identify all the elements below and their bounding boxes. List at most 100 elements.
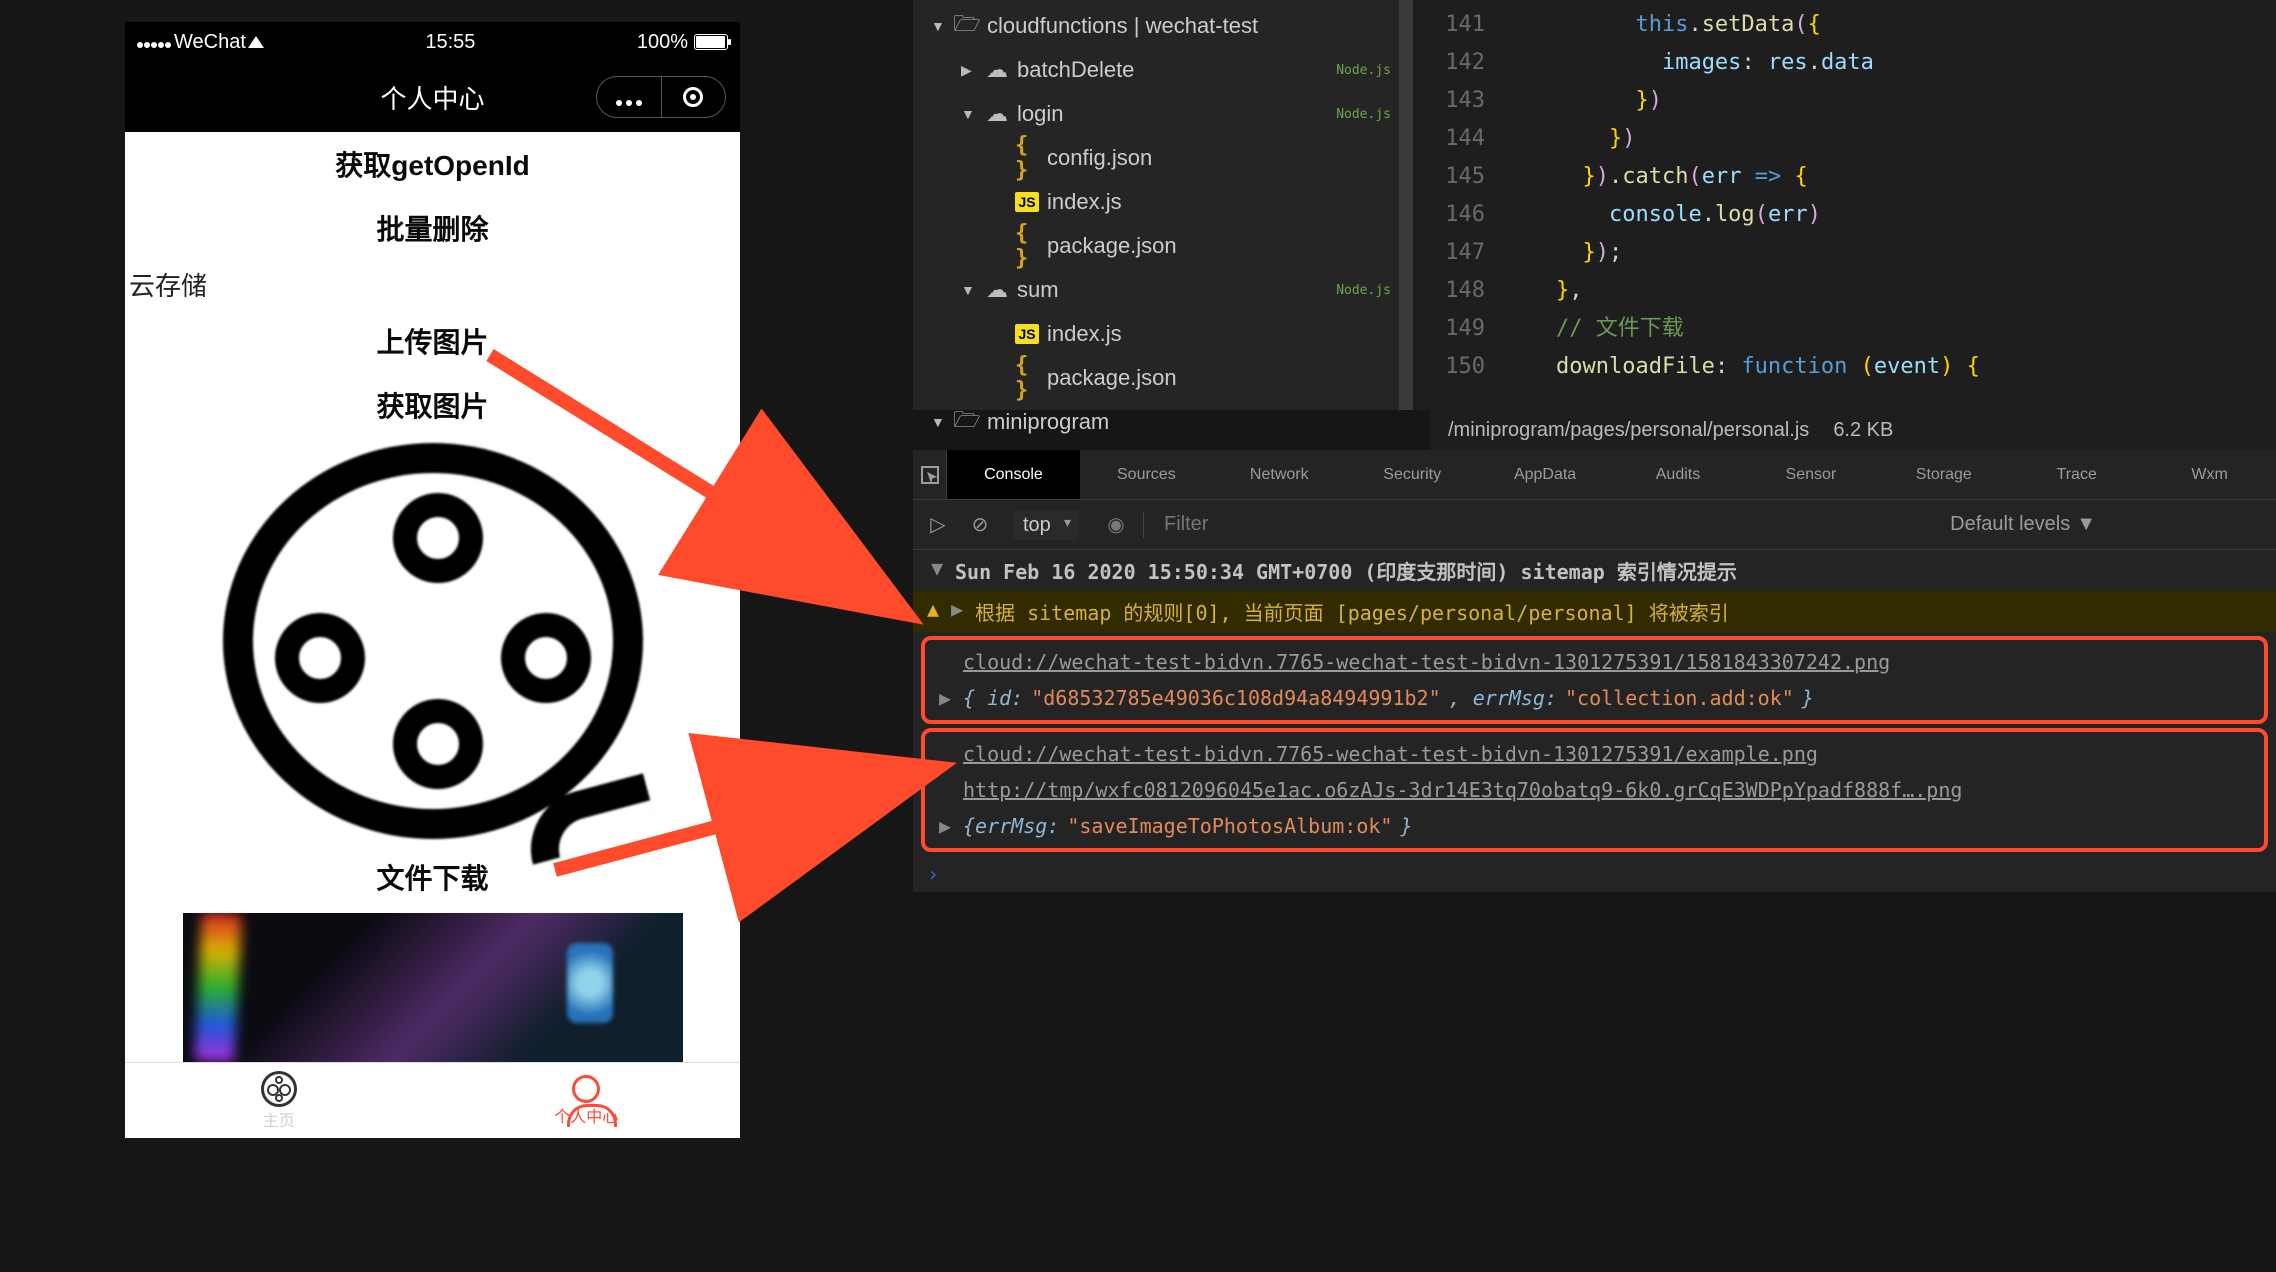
log-cloud-example-url[interactable]: cloud://wechat-test-bidvn.7765-wechat-te… xyxy=(933,736,2256,772)
file-package-json[interactable]: { }package.json xyxy=(913,224,1413,268)
status-time: 15:55 xyxy=(425,31,475,54)
console-toolbar: ▷ ⊘ top ◉ Default levels▼ xyxy=(913,500,2276,550)
folder-login[interactable]: ▼☁ login Node.js xyxy=(913,92,1413,136)
line-gutter: 141142143144145146147148149150 xyxy=(1413,6,1503,410)
highlighted-upload-log: cloud://wechat-test-bidvn.7765-wechat-te… xyxy=(921,636,2268,724)
fetch-image-button[interactable]: 获取图片 xyxy=(125,373,740,437)
film-reel-icon xyxy=(223,443,643,839)
folder-label: miniprogram xyxy=(987,409,1109,435)
folder-label: login xyxy=(1017,101,1063,127)
log-levels-dropdown[interactable]: Default levels▼ xyxy=(1950,513,2096,536)
json-icon: { } xyxy=(1015,133,1039,183)
clear-console-icon[interactable]: ⊘ xyxy=(965,510,995,540)
play-icon[interactable]: ▷ xyxy=(923,510,953,540)
editor-statusbar: /miniprogram/pages/personal/personal.js … xyxy=(1430,410,2276,450)
carrier-label: WeChat xyxy=(174,31,246,54)
miniprogram-capsule[interactable] xyxy=(596,76,726,118)
downloaded-image xyxy=(183,913,683,1062)
nodejs-badge: Node.js xyxy=(1336,63,1391,78)
folder-cloudfunctions[interactable]: ▼🗁 cloudfunctions | wechat-test xyxy=(913,4,1413,48)
tab-sources[interactable]: Sources xyxy=(1080,450,1213,499)
expand-toggle-icon[interactable]: ▶ xyxy=(935,686,955,710)
page-title: 个人中心 xyxy=(380,79,484,116)
js-icon: JS xyxy=(1015,192,1039,212)
highlighted-download-log: cloud://wechat-test-bidvn.7765-wechat-te… xyxy=(921,728,2268,852)
folder-label: batchDelete xyxy=(1017,57,1134,83)
capsule-close-icon[interactable] xyxy=(662,77,726,117)
devtools-panel: Console Sources Network Security AppData… xyxy=(913,450,2276,892)
tab-storage[interactable]: Storage xyxy=(1877,450,2010,499)
file-size: 6.2 KB xyxy=(1833,419,1893,442)
log-cloud-url[interactable]: cloud://wechat-test-bidvn.7765-wechat-te… xyxy=(933,644,2256,680)
cloud-icon: ☁ xyxy=(985,277,1009,303)
folder-sum[interactable]: ▼☁ sum Node.js xyxy=(913,268,1413,312)
console-prompt-icon[interactable]: › xyxy=(913,856,2276,892)
devtools-tabs: Console Sources Network Security AppData… xyxy=(913,450,2276,500)
file-explorer[interactable]: ▼🗁 cloudfunctions | wechat-test ▶☁ batch… xyxy=(913,0,1413,410)
folder-batchdelete[interactable]: ▶☁ batchDelete Node.js xyxy=(913,48,1413,92)
filter-input[interactable] xyxy=(1156,509,1416,540)
battery-icon xyxy=(694,34,728,50)
battery-percent: 100% xyxy=(637,31,688,54)
live-expression-icon[interactable]: ◉ xyxy=(1101,510,1131,540)
file-index-js[interactable]: JSindex.js xyxy=(913,180,1413,224)
tab-home-label: 主页 xyxy=(263,1107,295,1131)
warning-icon: ▲ xyxy=(927,597,939,621)
context-selector[interactable]: top xyxy=(1013,510,1079,540)
wifi-icon xyxy=(248,36,264,48)
user-icon xyxy=(572,1075,600,1103)
expand-toggle-icon[interactable]: ▶ xyxy=(947,597,967,621)
nodejs-badge: Node.js xyxy=(1336,283,1391,298)
cloud-icon: ☁ xyxy=(985,57,1009,83)
log-collection-add[interactable]: ▶ { id: "d68532785e49036c108d94a8494991b… xyxy=(933,680,2256,716)
inspect-element-icon[interactable] xyxy=(913,450,947,500)
folder-open-icon: 🗁 xyxy=(955,403,979,441)
expand-toggle-icon[interactable]: ▶ xyxy=(935,814,955,838)
cloud-storage-label: 云存储 xyxy=(125,260,740,309)
json-icon: { } xyxy=(1015,221,1039,271)
expand-toggle-icon[interactable]: ▼ xyxy=(927,556,947,580)
capsule-menu-icon[interactable] xyxy=(597,77,662,117)
tabbar: 主页 个人中心 xyxy=(125,1062,740,1138)
nodejs-badge: Node.js xyxy=(1336,107,1391,122)
file-path: /miniprogram/pages/personal/personal.js xyxy=(1448,419,1809,442)
file-config-json[interactable]: { }config.json xyxy=(913,136,1413,180)
tab-home[interactable]: 主页 xyxy=(125,1063,433,1138)
ide-panel: ▼🗁 cloudfunctions | wechat-test ▶☁ batch… xyxy=(913,0,2276,410)
file-sum-index-js[interactable]: JSindex.js xyxy=(913,312,1413,356)
cloud-icon: ☁ xyxy=(985,101,1009,127)
console-output[interactable]: ▼ Sun Feb 16 2020 15:50:34 GMT+0700 (印度支… xyxy=(913,550,2276,892)
tab-security[interactable]: Security xyxy=(1346,450,1479,499)
phone-titlebar: 个人中心 xyxy=(125,62,740,132)
download-file-button[interactable]: 文件下载 xyxy=(125,845,740,909)
tab-console[interactable]: Console xyxy=(947,450,1080,499)
json-icon: { } xyxy=(1015,353,1039,403)
log-save-image[interactable]: ▶ {errMsg: "saveImageToPhotosAlbum:ok"} xyxy=(933,808,2256,844)
phone-body: 获取getOpenId 批量删除 云存储 上传图片 获取图片 文件下载 xyxy=(125,132,740,1062)
signal-dots-icon xyxy=(137,31,172,54)
phone-statusbar: WeChat 15:55 100% xyxy=(125,22,740,62)
log-warning-sitemap[interactable]: ▲ ▶ 根据 sitemap 的规则[0], 当前页面 [pages/perso… xyxy=(913,591,2276,632)
tab-network[interactable]: Network xyxy=(1213,450,1346,499)
tab-audits[interactable]: Audits xyxy=(1612,450,1745,499)
folder-open-icon: 🗁 xyxy=(955,7,979,45)
home-icon xyxy=(261,1071,297,1107)
folder-label: cloudfunctions | wechat-test xyxy=(987,13,1258,39)
phone-simulator: WeChat 15:55 100% 个人中心 获取getOpenId 批量删除 … xyxy=(125,22,740,1138)
tab-trace[interactable]: Trace xyxy=(2010,450,2143,499)
log-sitemap-header[interactable]: ▼ Sun Feb 16 2020 15:50:34 GMT+0700 (印度支… xyxy=(913,550,2276,591)
get-openid-button[interactable]: 获取getOpenId xyxy=(125,132,740,196)
upload-image-button[interactable]: 上传图片 xyxy=(125,309,740,373)
log-tmp-url[interactable]: http://tmp/wxfc0812096045e1ac.o6zAJs-3dr… xyxy=(933,772,2256,808)
tab-personal[interactable]: 个人中心 xyxy=(433,1063,741,1138)
tab-sensor[interactable]: Sensor xyxy=(1744,450,1877,499)
batch-delete-button[interactable]: 批量删除 xyxy=(125,196,740,260)
code-lines: this.setData({ images: res.data }) }) })… xyxy=(1503,6,1980,410)
file-sum-package-json[interactable]: { }package.json xyxy=(913,356,1413,400)
folder-label: sum xyxy=(1017,277,1059,303)
js-icon: JS xyxy=(1015,324,1039,344)
tab-appdata[interactable]: AppData xyxy=(1479,450,1612,499)
code-editor[interactable]: 141142143144145146147148149150 this.setD… xyxy=(1413,0,2276,410)
folder-miniprogram[interactable]: ▼🗁 miniprogram xyxy=(913,400,1413,444)
tab-wxm[interactable]: Wxm xyxy=(2143,450,2276,499)
